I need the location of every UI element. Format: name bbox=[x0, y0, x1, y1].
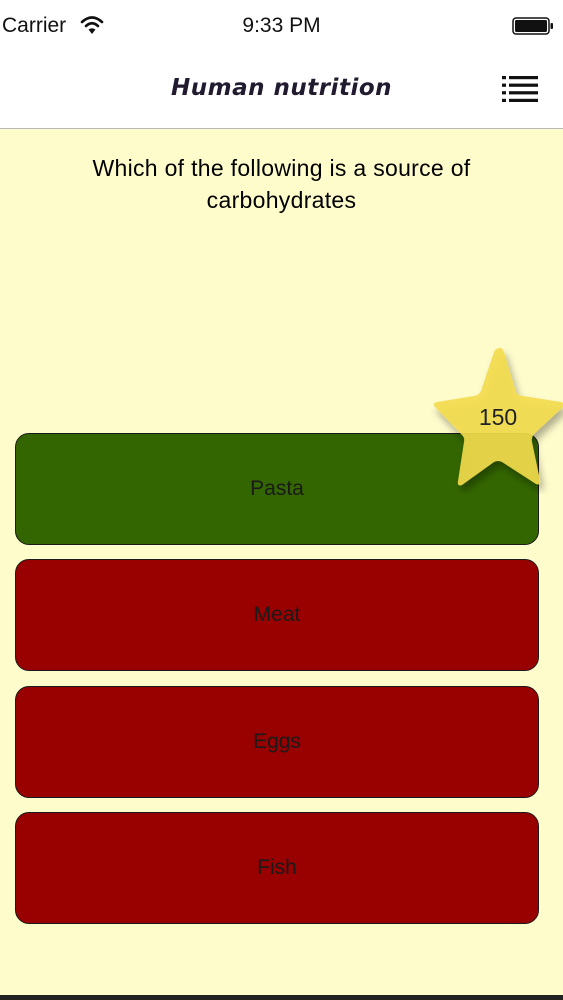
score-value: 150 bbox=[478, 404, 518, 430]
answer-button-fish[interactable]: Fish bbox=[15, 812, 539, 924]
answer-button-meat[interactable]: Meat bbox=[15, 559, 539, 671]
page-title: Human nutrition bbox=[170, 75, 392, 101]
bottom-divider bbox=[0, 995, 563, 1000]
navigation-bar: Human nutrition bbox=[0, 55, 563, 129]
answer-button-eggs[interactable]: Eggs bbox=[15, 686, 539, 798]
battery-icon bbox=[512, 17, 553, 35]
question-text: Which of the following is a source of ca… bbox=[92, 155, 471, 213]
status-time: 9:33 PM bbox=[242, 14, 321, 37]
list-icon[interactable] bbox=[500, 74, 540, 104]
status-bar: Carrier 9:33 PM bbox=[0, 0, 563, 55]
